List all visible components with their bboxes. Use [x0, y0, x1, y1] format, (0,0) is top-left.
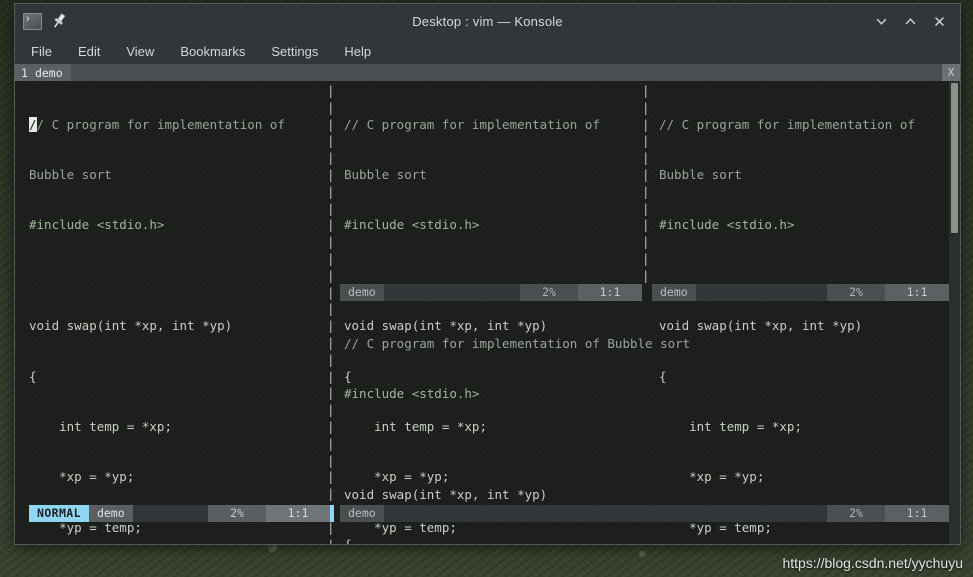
- pane-tm-line-0: // C program for implementation of: [344, 116, 600, 132]
- pin-icon[interactable]: [50, 12, 68, 30]
- terminal-scrollbar[interactable]: [949, 81, 960, 544]
- statusline-tr-position: 1:1: [885, 284, 949, 301]
- menu-item-edit[interactable]: Edit: [78, 44, 100, 59]
- pane-left-line-2: #include <stdio.h>: [29, 217, 165, 233]
- statusline-br-position: 1:1: [885, 505, 949, 522]
- konsole-window: Desktop : vim — Konsole File Edit View B…: [14, 3, 961, 545]
- pane-left-line-4: void swap(int *xp, int *yp): [29, 318, 233, 334]
- tab-label: demo: [34, 65, 63, 80]
- vim-statusline-bottom-right: demo 2% 1:1: [340, 505, 949, 522]
- statusline-left-file: demo: [88, 505, 133, 522]
- pane-left-line-6: int temp = *xp;: [29, 418, 172, 434]
- statusline-tr-file: demo: [652, 284, 696, 301]
- konsole-icon: [23, 12, 42, 30]
- pane-tr-line-0: // C program for implementation of: [659, 116, 915, 132]
- statusline-left-position: 1:1: [266, 505, 330, 522]
- vim-mode-badge: NORMAL: [29, 505, 89, 522]
- pane-tr-line-1: Bubble sort: [659, 166, 742, 182]
- vim-separator-1: | | | | | | | | | | | | | | | | | | | | …: [327, 83, 335, 544]
- window-title: Desktop : vim — Konsole: [412, 13, 563, 29]
- statusline-tm-fill: [383, 284, 520, 301]
- menu-item-help[interactable]: Help: [344, 44, 371, 59]
- pane-tr-line-3: [659, 268, 949, 285]
- statusline-left-percent: 2%: [208, 505, 266, 522]
- pane-br-line-1: #include <stdio.h>: [344, 385, 480, 401]
- statusline-tm-position: 1:1: [578, 284, 642, 301]
- window-controls: [875, 15, 960, 28]
- pane-tm-line-1: Bubble sort: [344, 166, 427, 182]
- statusline-left-fill: [132, 505, 208, 522]
- vim-pane-left[interactable]: // C program for implementation of Bubbl…: [29, 83, 325, 544]
- scrollbar-thumb[interactable]: [951, 83, 958, 233]
- close-icon[interactable]: [933, 15, 946, 28]
- pane-tr-line-2: #include <stdio.h>: [659, 217, 795, 233]
- minimize-icon[interactable]: [875, 15, 888, 28]
- statusline-br-percent: 2%: [827, 505, 885, 522]
- statusline-tm-file: demo: [340, 284, 384, 301]
- pane-br-line-4: {: [344, 537, 944, 544]
- pane-br-line-2: [344, 436, 944, 453]
- pane-br-line-3: void swap(int *xp, int *yp): [344, 486, 548, 502]
- pane-left-line-1: Bubble sort: [29, 166, 112, 182]
- statusline-tm-percent: 2%: [520, 284, 578, 301]
- watermark-text: https://blog.csdn.net/yychuyu: [782, 555, 963, 571]
- vim-layout: // C program for implementation of Bubbl…: [15, 81, 960, 544]
- menubar: File Edit View Bookmarks Settings Help: [15, 38, 960, 64]
- konsole-tab-demo[interactable]: 1 demo: [15, 64, 71, 81]
- menu-item-settings[interactable]: Settings: [271, 44, 318, 59]
- maximize-icon[interactable]: [904, 15, 917, 28]
- tabbar-filler: [70, 64, 942, 81]
- pane-left-line-5: {: [29, 368, 37, 384]
- window-titlebar[interactable]: Desktop : vim — Konsole: [15, 4, 960, 38]
- statusline-left-edge: [330, 505, 334, 522]
- vim-statusline-left: NORMAL demo 2% 1:1: [29, 505, 334, 522]
- pane-left-line-0: / C program for implementation of: [36, 116, 285, 132]
- pane-tm-line-3: [344, 268, 640, 285]
- pane-tm-line-2: #include <stdio.h>: [344, 217, 480, 233]
- tab-close-icon[interactable]: X: [942, 64, 960, 81]
- statusline-tr-fill: [695, 284, 827, 301]
- pane-left-line-8: *yp = temp;: [29, 519, 142, 535]
- statusline-br-fill: [383, 505, 827, 522]
- konsole-tabbar: 1 demo X: [15, 64, 960, 81]
- statusline-br-file: demo: [340, 505, 384, 522]
- vim-separator-2: | | | | | | | | | | | |: [642, 83, 650, 283]
- terminal-area[interactable]: // C program for implementation of Bubbl…: [15, 81, 960, 544]
- vim-statusline-top-right: demo 2% 1:1: [652, 284, 949, 301]
- pane-left-line-7: *xp = *yp;: [29, 469, 135, 485]
- statusline-tr-percent: 2%: [827, 284, 885, 301]
- pane-br-line-0: // C program for implementation of Bubbl…: [344, 335, 691, 351]
- titlebar-left-icons: [15, 12, 68, 30]
- menu-item-view[interactable]: View: [126, 44, 154, 59]
- vim-statusline-top-middle: demo 2% 1:1: [340, 284, 642, 301]
- tab-index: 1: [21, 65, 28, 80]
- vim-cursor: /: [29, 116, 37, 132]
- menu-item-file[interactable]: File: [31, 44, 52, 59]
- pane-left-line-3: [29, 268, 325, 285]
- menu-item-bookmarks[interactable]: Bookmarks: [180, 44, 245, 59]
